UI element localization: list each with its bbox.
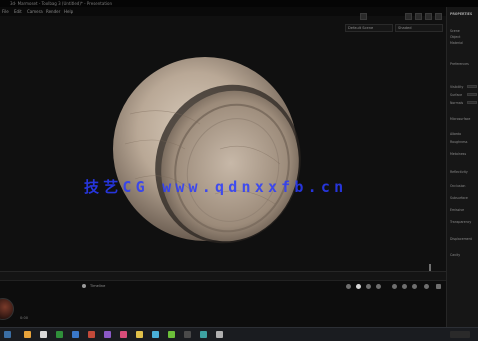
app-icon-8[interactable]	[168, 331, 175, 338]
tab-material[interactable]: Material	[450, 41, 463, 45]
app-icon-11[interactable]	[216, 331, 223, 338]
panel-title: PROPERTIES	[450, 12, 473, 16]
menu-camera[interactable]: Camera	[27, 9, 43, 14]
app-icon-9[interactable]	[184, 331, 191, 338]
tab-object[interactable]: Object	[450, 35, 460, 39]
rp-item-albedo[interactable]: Albedo	[450, 132, 461, 136]
watermark-text: 技艺CG www.qdnxxfb.cn	[84, 178, 348, 196]
menu-render[interactable]: Render	[46, 9, 60, 14]
camera-icon[interactable]	[415, 13, 422, 20]
tab-scene[interactable]: Scene	[450, 29, 460, 33]
key-icon[interactable]	[402, 284, 407, 289]
timeline-panel: Timeline 0:00	[0, 271, 446, 328]
forward-icon[interactable]	[376, 284, 381, 289]
settings-icon[interactable]	[435, 13, 442, 20]
app-icon-4[interactable]	[104, 331, 111, 338]
rp-item-normals[interactable]: Normals	[450, 101, 463, 105]
record-icon[interactable]	[82, 284, 86, 288]
rp-item-emissive[interactable]: Emissive	[450, 208, 464, 212]
light-icon[interactable]	[425, 13, 432, 20]
speed-icon[interactable]	[412, 284, 417, 289]
menu-help[interactable]: Help	[64, 9, 73, 14]
loop-icon[interactable]	[392, 284, 397, 289]
rp-item-preferences[interactable]: Preferences	[450, 62, 469, 66]
app-icon-6[interactable]	[136, 331, 143, 338]
app-icon-10[interactable]	[200, 331, 207, 338]
scene-icon[interactable]	[360, 13, 367, 20]
app-icon-3[interactable]	[88, 331, 95, 338]
menu-edit[interactable]: Edit	[14, 9, 22, 14]
viewport-toolbar	[340, 12, 445, 22]
start-icon[interactable]	[4, 331, 11, 338]
rp-item-visibility[interactable]: Visibility	[450, 85, 463, 89]
title-bar: 3d· Marmoset - Toolbag 3 (Untitled)* - P…	[0, 0, 478, 7]
rewind-icon[interactable]	[346, 284, 351, 289]
properties-panel: PROPERTIES Scene Object Material Prefere…	[446, 7, 478, 327]
rp-item-transparency[interactable]: Transparency	[450, 220, 471, 224]
pause-icon[interactable]	[366, 284, 371, 289]
timeline-label: Timeline	[90, 284, 106, 288]
surface-slider[interactable]	[467, 93, 477, 96]
rp-item-subsurface[interactable]: Subsurface	[450, 196, 468, 200]
window-title: 3d· Marmoset - Toolbag 3 (Untitled)* - P…	[10, 1, 112, 6]
grid-icon[interactable]	[405, 13, 412, 20]
rp-item-roughness[interactable]: Roughness	[450, 140, 467, 144]
app-icon-5[interactable]	[120, 331, 127, 338]
rp-item-reflectivity[interactable]: Reflectivity	[450, 170, 468, 174]
rp-item-cavity[interactable]: Cavity	[450, 253, 460, 257]
app-icon-2[interactable]	[56, 331, 63, 338]
timeline-time: 0:00	[20, 316, 29, 320]
timeline-controls: Timeline	[0, 282, 446, 291]
rp-item-occlusion[interactable]: Occlusion	[450, 184, 465, 188]
normals-slider[interactable]	[467, 101, 477, 104]
timeline-header	[0, 272, 446, 281]
menu-file[interactable]: File	[2, 9, 9, 14]
play-icon[interactable]	[356, 284, 361, 289]
rp-item-metalness[interactable]: Metalness	[450, 152, 466, 156]
explorer-icon[interactable]	[24, 331, 31, 338]
material-thumbnail[interactable]	[0, 298, 14, 320]
browser-icon[interactable]	[72, 331, 79, 338]
display-dropdown[interactable]: Shaded	[395, 24, 443, 32]
rp-item-microsurface[interactable]: Microsurface	[450, 117, 470, 121]
camera-dropdown[interactable]: Default Scene	[345, 24, 393, 32]
app-icon-7[interactable]	[152, 331, 159, 338]
settings-icon[interactable]	[424, 284, 429, 289]
rp-item-surface[interactable]: Surface	[450, 93, 462, 97]
visibility-slider[interactable]	[467, 85, 477, 88]
material-sphere	[110, 54, 310, 255]
system-tray[interactable]	[450, 331, 470, 338]
3d-viewport[interactable]: 技艺CG www.qdnxxfb.cn	[0, 16, 446, 281]
taskbar	[0, 327, 478, 341]
app-icon-1[interactable]	[40, 331, 47, 338]
rp-item-displacement[interactable]: Displacement	[450, 237, 472, 241]
expand-icon[interactable]	[436, 284, 441, 289]
